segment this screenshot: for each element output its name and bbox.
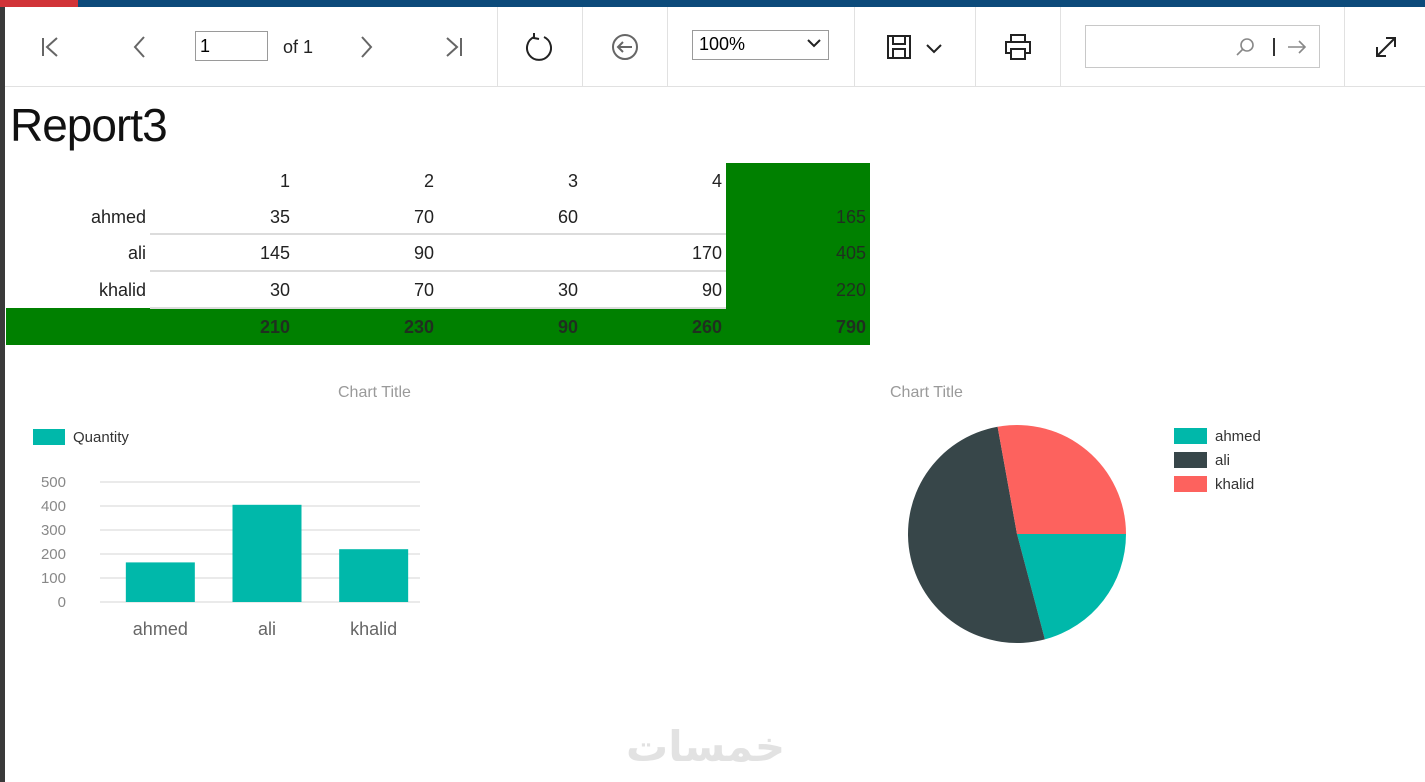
pie-chart: ahmed ali khalid — [908, 425, 1261, 643]
x-tick-label: ali — [258, 619, 276, 639]
column-header: 4 — [711, 171, 722, 191]
toolbar-separator — [1060, 7, 1061, 86]
row-total-cell: 165 — [835, 207, 866, 227]
bar — [125, 562, 195, 602]
toolbar-separator — [582, 7, 583, 86]
matrix-cell — [438, 235, 582, 272]
y-tick-label: 200 — [41, 546, 66, 563]
column-total-cell: 90 — [557, 317, 578, 337]
legend-swatch — [1174, 476, 1207, 492]
bar — [339, 549, 409, 602]
matrix-cell: 35 — [269, 207, 290, 227]
zoom-select[interactable]: 100% — [692, 30, 829, 60]
matrix-cell: 145 — [259, 243, 290, 263]
chevron-down-icon — [806, 35, 822, 56]
window-left-edge — [0, 7, 5, 782]
find-next-arrow-icon[interactable] — [1286, 36, 1308, 62]
search-input[interactable] — [1092, 34, 1236, 54]
bar — [232, 504, 302, 602]
legend-label: ahmed — [1215, 428, 1261, 445]
top-accent-bar — [0, 0, 1425, 7]
row-header: khalid — [98, 280, 146, 300]
y-tick-label: 300 — [41, 522, 66, 539]
legend-swatch — [1174, 452, 1207, 468]
last-page-icon[interactable] — [440, 33, 468, 61]
search-divider — [1273, 38, 1275, 56]
report-toolbar: of 1 100% — [5, 7, 1425, 87]
matrix-cell: 60 — [557, 207, 578, 227]
find-text-box — [1085, 25, 1320, 68]
matrix-cell — [582, 199, 726, 236]
zoom-value: 100% — [699, 34, 746, 54]
print-icon[interactable] — [1003, 33, 1031, 61]
pie-slice — [997, 425, 1126, 534]
legend-label: Quantity — [73, 429, 129, 446]
column-header: 2 — [423, 171, 434, 191]
top-accent-red — [0, 0, 78, 7]
y-tick-label: 100 — [41, 570, 66, 587]
y-tick-label: 500 — [41, 474, 66, 491]
row-header: ali — [127, 243, 146, 263]
save-dropdown-chevron-icon[interactable] — [920, 33, 948, 61]
pie-chart-title: Chart Title — [890, 384, 963, 401]
matrix-cell: 90 — [413, 243, 434, 263]
matrix-cell: 70 — [413, 207, 434, 227]
column-total-cell: 260 — [691, 317, 722, 337]
search-icon[interactable] — [1234, 36, 1256, 62]
first-page-icon[interactable] — [36, 33, 64, 61]
matrix-cell: 90 — [701, 280, 722, 300]
legend-label: ali — [1215, 452, 1230, 469]
x-tick-label: ahmed — [133, 619, 188, 639]
column-total-cell: 230 — [403, 317, 434, 337]
matrix-cell: 30 — [557, 280, 578, 300]
matrix-cell: 70 — [413, 280, 434, 300]
report-title: Report3 — [10, 99, 168, 151]
column-header: 3 — [567, 171, 578, 191]
toolbar-separator — [1344, 7, 1345, 86]
row-header: ahmed — [90, 207, 146, 227]
page-number-input[interactable] — [195, 31, 268, 61]
toolbar-separator — [975, 7, 976, 86]
back-to-parent-icon[interactable] — [610, 33, 638, 61]
y-tick-label: 400 — [41, 498, 66, 515]
y-tick-label: 0 — [58, 594, 66, 611]
legend-label: khalid — [1215, 476, 1254, 493]
fullscreen-icon[interactable] — [1372, 33, 1400, 61]
previous-page-icon[interactable] — [126, 33, 154, 61]
toolbar-separator — [854, 7, 855, 86]
x-tick-label: khalid — [350, 619, 397, 639]
bar-legend: Quantity — [33, 429, 129, 446]
legend-swatch — [1174, 428, 1207, 444]
row-total-cell: 220 — [835, 280, 866, 300]
column-header-total — [726, 163, 870, 200]
page-count-label: of 1 — [283, 37, 314, 57]
toolbar-separator — [667, 7, 668, 86]
next-page-icon[interactable] — [352, 33, 380, 61]
bar-chart: Quantity 500 400 300 200 100 0 ahmed ali khalid — [33, 429, 420, 639]
bar-chart-title: Chart Title — [338, 384, 411, 401]
save-icon[interactable] — [885, 33, 913, 61]
legend-swatch — [33, 429, 65, 445]
matrix-cell: 30 — [269, 280, 290, 300]
watermark: خمسات — [626, 722, 786, 771]
matrix-cell: 170 — [691, 243, 722, 263]
row-total-cell: 405 — [835, 243, 866, 263]
toolbar-separator — [497, 7, 498, 86]
refresh-icon[interactable] — [524, 33, 552, 61]
column-header: 1 — [279, 171, 290, 191]
grand-total-cell: 790 — [835, 317, 866, 337]
column-total-cell: 210 — [259, 317, 290, 337]
